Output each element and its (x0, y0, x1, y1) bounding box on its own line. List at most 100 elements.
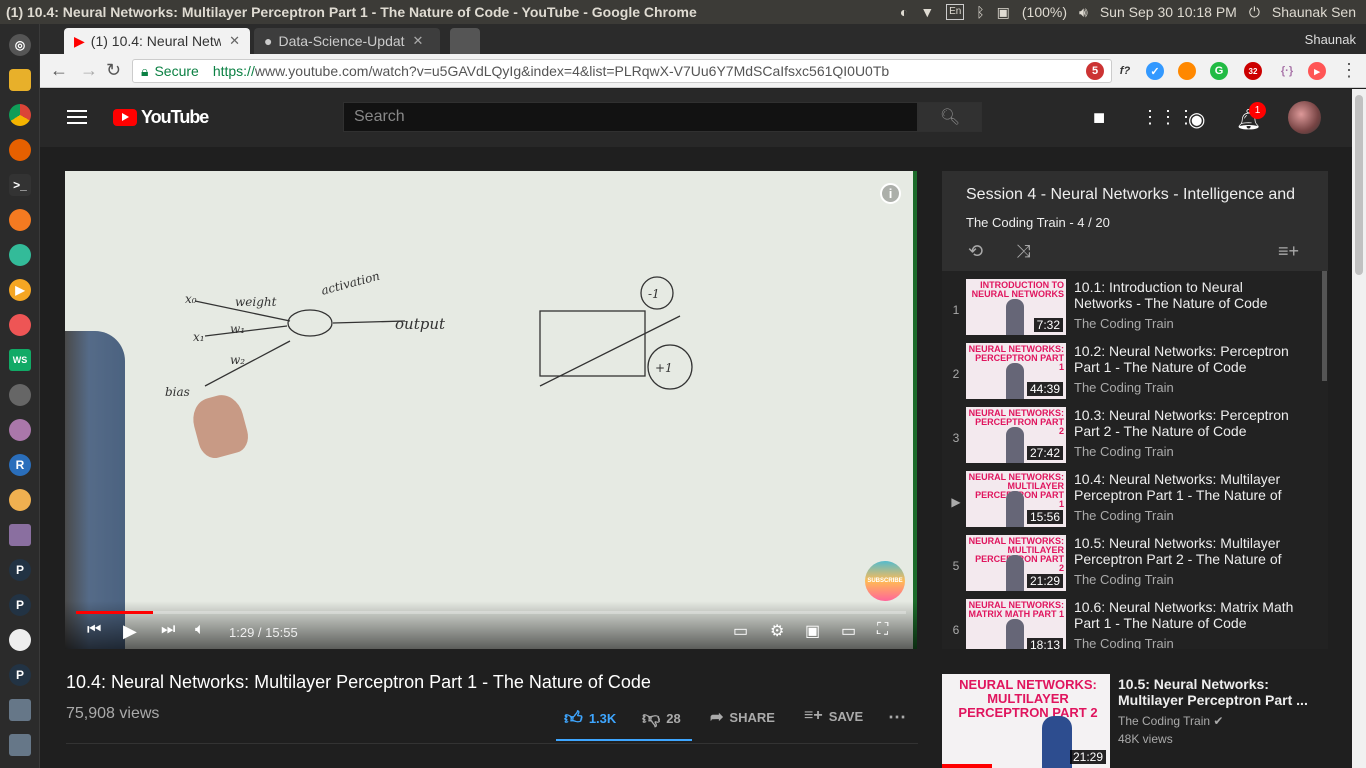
playlist-item[interactable]: 3 NEURAL NETWORKS: PERCEPTRON PART 2 27:42… (942, 407, 1320, 471)
playlist-item-channel[interactable]: The Coding Train (1074, 508, 1174, 523)
playlist-item-thumbnail[interactable]: NEURAL NETWORKS: MULTILAYER PERCEPTRON P… (966, 471, 1066, 527)
playlist-item-thumbnail[interactable]: NEURAL NETWORKS: PERCEPTRON PART 1 44:39 (966, 343, 1066, 399)
progress-bar[interactable] (76, 611, 906, 614)
close-tab-icon[interactable]: ✕ (413, 33, 424, 49)
playlist-item[interactable]: ▶ NEURAL NETWORKS: MULTILAYER PERCEPTRON … (942, 471, 1320, 535)
playlist-item-title[interactable]: 10.1: Introduction to Neural Networks - … (1074, 279, 1299, 311)
app-icon-2[interactable] (9, 699, 31, 721)
sync-icon[interactable]: ◐ (900, 4, 908, 20)
fullscreen-icon[interactable]: ⛶ (877, 621, 888, 639)
document-icon[interactable] (9, 524, 31, 546)
miniplayer-icon[interactable]: ▣ (805, 621, 820, 641)
forward-icon[interactable]: → (80, 60, 98, 81)
address-bar[interactable]: 🔒︎ Secure https:// www.youtube.com/watch… (132, 59, 1112, 83)
atom-icon[interactable] (9, 419, 31, 441)
wifi-icon[interactable]: ▼ (920, 4, 934, 20)
theater-mode-icon[interactable]: ▭ (841, 621, 856, 641)
app-icon[interactable] (9, 314, 31, 336)
back-icon[interactable]: ← (50, 60, 68, 81)
keyboard-layout-indicator[interactable]: En (946, 4, 965, 20)
app-icon-3[interactable] (9, 734, 31, 756)
database-icon[interactable] (9, 384, 31, 406)
dislike-button[interactable]: 👎︎ 28 (642, 707, 681, 729)
battery-icon[interactable]: ▣ (997, 4, 1010, 21)
toggle-app-icon[interactable] (9, 244, 31, 266)
reload-icon[interactable]: ↻ (106, 60, 121, 81)
info-icon[interactable]: i (880, 183, 901, 204)
bluetooth-icon[interactable]: ᛒ (976, 4, 984, 20)
up-next-thumbnail[interactable]: NEURAL NETWORKS: MULTILAYER PERCEPTRON P… (942, 674, 1110, 768)
page-scrollbar[interactable] (1352, 89, 1366, 768)
terminal-icon[interactable]: >_ (9, 174, 31, 196)
webstorm-icon[interactable]: WS (9, 349, 31, 371)
video-player[interactable]: x₀ x₁ bias weight w₁ w₂ activation output -1… (65, 171, 917, 649)
clock[interactable]: Sun Sep 30 10:18 PM (1100, 4, 1237, 20)
search-input[interactable] (343, 102, 918, 132)
playlist-item-title[interactable]: 10.2: Neural Networks: Perceptron Part 1… (1074, 343, 1299, 375)
tab-github[interactable]: ● Data-Science-Updat ✕ (254, 28, 440, 54)
ubuntu-home-icon[interactable]: ◎ (9, 34, 31, 56)
youtube-logo[interactable]: YouTube (113, 107, 209, 128)
captions-icon[interactable]: ▭ (733, 621, 748, 641)
pycharm-icon-2[interactable]: P (9, 594, 31, 616)
playlist-item[interactable]: 6 NEURAL NETWORKS: MATRIX MATH PART 1 18:1… (942, 599, 1320, 649)
playlist-item-thumbnail[interactable]: NEURAL NETWORKS: MULTILAYER PERCEPTRON P… (966, 535, 1066, 591)
cast-extension-icon[interactable]: ▸ (1308, 62, 1326, 80)
like-button[interactable]: 👍︎ 1.3K (564, 707, 616, 729)
weather-icon[interactable] (9, 489, 31, 511)
pycharm-icon-3[interactable]: P (9, 664, 31, 686)
playlist-item-channel[interactable]: The Coding Train (1074, 572, 1174, 587)
playlist-item-thumbnail[interactable]: INTRODUCTION TO NEURAL NETWORKS 7:32 (966, 279, 1066, 335)
playlist-item-title[interactable]: 10.5: Neural Networks: Multilayer Percep… (1074, 535, 1299, 567)
playlist-item[interactable]: 2 NEURAL NETWORKS: PERCEPTRON PART 1 44:39… (942, 343, 1320, 407)
firefox-icon[interactable] (9, 139, 31, 161)
user-name[interactable]: Shaunak Sen (1272, 4, 1356, 20)
scrollbar-thumb[interactable] (1355, 95, 1363, 275)
chrome-menu-icon[interactable]: ⋮ (1340, 60, 1358, 81)
adblock-icon[interactable]: 32 (1244, 62, 1262, 80)
tab-youtube[interactable]: ▶ (1) 10.4: Neural Netw ✕ (64, 28, 250, 54)
power-icon[interactable]: ⏻ (1249, 4, 1260, 21)
playlist-item-title[interactable]: 10.4: Neural Networks: Multilayer Percep… (1074, 471, 1299, 503)
volume-icon[interactable]: 🔈︎ (195, 621, 205, 639)
extension-icon[interactable]: ✓ (1146, 62, 1164, 80)
playlist-item-title[interactable]: 10.6: Neural Networks: Matrix Math Part … (1074, 599, 1299, 631)
playlist-item-channel[interactable]: The Coding Train (1074, 316, 1174, 331)
json-extension-icon[interactable]: {·} (1278, 62, 1296, 80)
hamburger-menu-icon[interactable] (67, 110, 87, 124)
save-button[interactable]: ≡+ SAVE (804, 707, 863, 725)
playlist-item[interactable]: 5 NEURAL NETWORKS: MULTILAYER PERCEPTRON … (942, 535, 1320, 599)
create-video-icon[interactable]: ■ (1093, 107, 1105, 130)
chart-app-icon[interactable] (9, 629, 31, 651)
share-button[interactable]: ➦ SHARE (710, 707, 775, 727)
playlist-item[interactable]: 1 INTRODUCTION TO NEURAL NETWORKS 7:32 10.1… (942, 279, 1320, 343)
close-tab-icon[interactable]: ✕ (229, 33, 240, 49)
next-icon[interactable]: ⏭ (161, 621, 175, 639)
chrome-icon[interactable] (9, 104, 31, 126)
playlist-item-title[interactable]: 10.3: Neural Networks: Perceptron Part 2… (1074, 407, 1299, 439)
previous-icon[interactable]: ⏮ (87, 621, 101, 639)
files-icon[interactable] (9, 69, 31, 91)
search-button[interactable]: 🔍︎ (918, 102, 982, 132)
subscribe-watermark[interactable]: SUBSCRIBE (865, 561, 905, 601)
playlist-item-channel[interactable]: The Coding Train (1074, 444, 1174, 459)
mail-extension-icon[interactable]: 5 (1086, 62, 1104, 80)
playlist-item-thumbnail[interactable]: NEURAL NETWORKS: PERCEPTRON PART 2 27:42 (966, 407, 1066, 463)
play-icon[interactable]: ▶ (123, 621, 137, 642)
volume-icon[interactable]: 🔊︎ (1079, 4, 1088, 21)
avatar[interactable] (1288, 101, 1321, 134)
up-next-channel[interactable]: The Coding Train ✔ (1118, 714, 1223, 728)
pycharm-icon[interactable]: P (9, 559, 31, 581)
r-icon[interactable]: R (9, 454, 31, 476)
playlist-item-channel[interactable]: The Coding Train (1074, 380, 1174, 395)
grammarly-icon[interactable]: G (1210, 62, 1228, 80)
playlist-scrollbar[interactable] (1322, 271, 1327, 381)
profile-name[interactable]: Shaunak (1305, 32, 1356, 47)
vlc-icon[interactable]: ▶ (9, 279, 31, 301)
playlist-item-thumbnail[interactable]: NEURAL NETWORKS: MATRIX MATH PART 1 18:13 (966, 599, 1066, 649)
apps-grid-icon[interactable]: ⋮⋮⋮ (1141, 107, 1195, 128)
formula-extension-icon[interactable]: f? (1116, 62, 1134, 80)
messages-icon[interactable]: ◉ (1188, 107, 1205, 132)
up-next-item[interactable]: NEURAL NETWORKS: MULTILAYER PERCEPTRON P… (942, 674, 1328, 768)
settings-gear-icon[interactable]: ⚙ (770, 621, 784, 641)
